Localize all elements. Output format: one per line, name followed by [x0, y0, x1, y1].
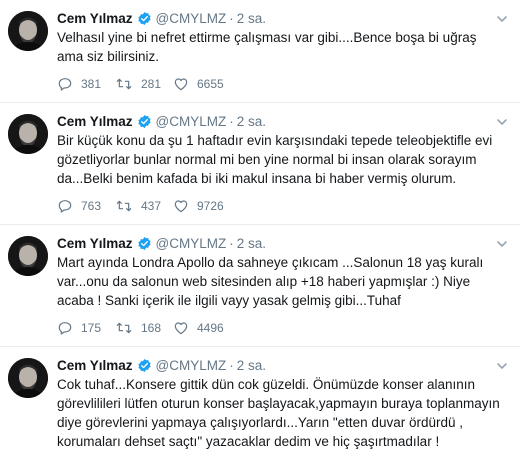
chevron-down-icon[interactable] [496, 237, 508, 255]
retweet-button[interactable]: 437 [115, 198, 173, 214]
timestamp[interactable]: 2 sa. [237, 11, 266, 26]
author-name[interactable]: Cem Yılmaz [57, 11, 133, 26]
reply-count: 763 [81, 199, 102, 213]
verified-badge-icon [137, 114, 152, 129]
like-button[interactable]: 9726 [173, 198, 253, 214]
retweet-count: 281 [141, 77, 162, 91]
tweet-text: Velhasıl yine bi nefret ettirme çalışmas… [57, 30, 477, 64]
reply-button[interactable]: 763 [57, 198, 115, 214]
like-count: 4496 [197, 321, 224, 335]
tweet-actions: 763 437 9726 [57, 188, 510, 224]
tweet-header: Cem Yılmaz @CMYLMZ · 2 sa. [57, 234, 510, 252]
tweet-actions: 381 281 6655 [57, 66, 510, 102]
tweet[interactable]: Cem Yılmaz @CMYLMZ · 2 sa. Cok tuhaf...K… [0, 347, 520, 451]
tweet-text: Mart ayında Londra Apollo da sahneye çık… [57, 255, 484, 308]
tweet-text: Bir küçük konu da şu 1 haftadır evin kar… [57, 133, 493, 186]
author-name[interactable]: Cem Yılmaz [57, 358, 133, 373]
retweet-count: 437 [141, 199, 162, 213]
verified-badge-icon [137, 11, 152, 26]
tweet-text: Cok tuhaf...Konsere gittik dün cok güzel… [57, 377, 500, 449]
reply-icon [58, 322, 72, 335]
timestamp[interactable]: 2 sa. [237, 114, 266, 129]
timestamp[interactable]: 2 sa. [237, 236, 266, 251]
tweet-header: Cem Yılmaz @CMYLMZ · 2 sa. [57, 356, 510, 374]
tweet-feed: Cem Yılmaz @CMYLMZ · 2 sa. Velhasıl yine… [0, 0, 520, 451]
reply-count: 175 [81, 321, 102, 335]
timestamp[interactable]: 2 sa. [237, 358, 266, 373]
chevron-down-icon[interactable] [496, 359, 508, 377]
retweet-icon [116, 200, 132, 212]
separator: · [229, 357, 234, 373]
verified-badge-icon [137, 358, 152, 373]
retweet-count: 168 [141, 321, 162, 335]
reply-count: 381 [81, 77, 102, 91]
author-handle[interactable]: @CMYLMZ [156, 236, 227, 251]
like-count: 6655 [197, 77, 224, 91]
separator: · [229, 235, 234, 251]
author-handle[interactable]: @CMYLMZ [156, 358, 227, 373]
retweet-button[interactable]: 168 [115, 320, 173, 336]
like-count: 9726 [197, 199, 224, 213]
author-handle[interactable]: @CMYLMZ [156, 11, 227, 26]
separator: · [229, 113, 234, 129]
avatar[interactable] [8, 114, 48, 154]
retweet-icon [116, 78, 132, 90]
avatar[interactable] [8, 11, 48, 51]
like-button[interactable]: 6655 [173, 76, 253, 92]
separator: · [229, 10, 234, 26]
avatar[interactable] [8, 358, 48, 398]
heart-icon [174, 78, 188, 91]
author-name[interactable]: Cem Yılmaz [57, 236, 133, 251]
retweet-icon [116, 322, 132, 334]
chevron-down-icon[interactable] [496, 12, 508, 30]
tweet[interactable]: Cem Yılmaz @CMYLMZ · 2 sa. Bir küçük kon… [0, 103, 520, 225]
author-handle[interactable]: @CMYLMZ [156, 114, 227, 129]
reply-button[interactable]: 175 [57, 320, 115, 336]
author-name[interactable]: Cem Yılmaz [57, 114, 133, 129]
heart-icon [174, 200, 188, 213]
tweet[interactable]: Cem Yılmaz @CMYLMZ · 2 sa. Velhasıl yine… [0, 0, 520, 103]
retweet-button[interactable]: 281 [115, 76, 173, 92]
tweet-actions: 175 168 4496 [57, 310, 510, 346]
tweet-header: Cem Yılmaz @CMYLMZ · 2 sa. [57, 112, 510, 130]
reply-icon [58, 200, 72, 213]
chevron-down-icon[interactable] [496, 115, 508, 133]
reply-button[interactable]: 381 [57, 76, 115, 92]
like-button[interactable]: 4496 [173, 320, 253, 336]
tweet[interactable]: Cem Yılmaz @CMYLMZ · 2 sa. Mart ayında L… [0, 225, 520, 347]
verified-badge-icon [137, 236, 152, 251]
tweet-header: Cem Yılmaz @CMYLMZ · 2 sa. [57, 9, 510, 27]
heart-icon [174, 322, 188, 335]
reply-icon [58, 78, 72, 91]
avatar[interactable] [8, 236, 48, 276]
